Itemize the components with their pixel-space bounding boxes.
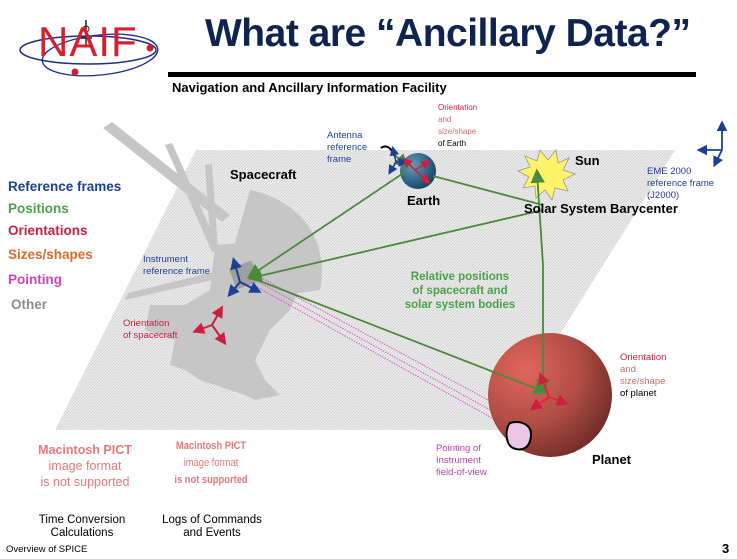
- relative-positions-line: Relative positions: [410, 271, 510, 283]
- page-title: What are “Ancillary Data?”: [205, 12, 691, 55]
- instrument-frame-label: Instrument reference frame: [143, 254, 210, 278]
- placeholder-line: is not supported: [40, 475, 130, 489]
- spacecraft-orientation-line: Orientation: [123, 318, 170, 329]
- sun-label: Sun: [575, 153, 600, 168]
- time-conversion-caption: Time Conversion Calculations: [22, 514, 142, 540]
- antenna-frame-label: Antenna reference frame: [327, 130, 367, 166]
- planet-orientation-line: Orientation: [620, 352, 667, 363]
- earth-orientation-line: of Earth: [438, 139, 467, 148]
- eme2000-label: EME 2000 reference frame (J2000): [647, 166, 714, 202]
- relative-positions-line: solar system bodies: [404, 299, 516, 311]
- eme2000-line: (J2000): [647, 190, 680, 201]
- category-sizes-shapes: Sizes/shapes: [8, 247, 93, 262]
- antenna-frame-line: reference: [327, 142, 368, 153]
- slide: NAIF What are “Ancillary Data?” Navigati…: [0, 0, 737, 559]
- pointing-fov-line: Instrument: [436, 455, 481, 466]
- placeholder-line: is not supported: [174, 474, 248, 486]
- category-positions: Positions: [8, 201, 69, 216]
- antenna-frame-line: frame: [327, 154, 352, 165]
- image-placeholder-time: Macintosh PICT image format is not suppo…: [30, 442, 140, 490]
- instrument-footprint: [505, 421, 533, 451]
- eme2000-line: EME 2000: [647, 166, 692, 177]
- caption-line: Time Conversion: [38, 514, 126, 526]
- planet-orientation-line: size/shape: [620, 376, 666, 387]
- pointing-fov-line: field-of-view: [436, 467, 487, 478]
- category-orientations: Orientations: [8, 223, 88, 238]
- image-placeholder-logs: Macintosh PICT image format is not suppo…: [173, 438, 250, 489]
- planet-label: Planet: [592, 452, 632, 467]
- planet-orientation-line: and: [620, 364, 636, 375]
- instrument-frame-line: Instrument: [143, 254, 188, 265]
- page-subtitle: Navigation and Ancillary Information Fac…: [172, 80, 447, 95]
- earth-orientation-line: and: [438, 115, 452, 124]
- naif-logo: NAIF: [38, 18, 138, 65]
- spacecraft-orientation-line: of spacecraft: [123, 330, 178, 341]
- caption-line: Logs of Commands: [162, 514, 262, 526]
- relative-positions-line: of spacecraft and: [412, 285, 508, 297]
- planet-orientation-label: Orientation and size/shape of planet: [620, 352, 666, 400]
- pointing-fov-label: Pointing of Instrument field-of-view: [436, 443, 487, 479]
- eme2000-frame-axes: [696, 120, 728, 168]
- title-rule: [168, 72, 696, 77]
- eme2000-line: reference frame: [647, 178, 715, 189]
- placeholder-line: image format: [183, 457, 239, 469]
- logs-caption: Logs of Commands and Events: [152, 514, 272, 540]
- earth-orientation-line: Orientation: [438, 103, 478, 112]
- caption-line: and Events: [183, 527, 241, 539]
- planet-orientation-line: of planet: [620, 388, 657, 399]
- earth-orientation-label: Orientation and size/shape of Earth: [438, 102, 477, 150]
- earth-label: Earth: [407, 193, 441, 208]
- category-other: Other: [11, 297, 48, 312]
- earth-sphere: [400, 153, 436, 189]
- barycenter-label: Solar System Barycenter: [524, 201, 678, 216]
- category-pointing: Pointing: [8, 272, 62, 287]
- relative-positions-label: Relative positions of spacecraft and sol…: [390, 270, 530, 312]
- page-number: 3: [722, 541, 730, 556]
- category-reference-frames: Reference frames: [8, 179, 122, 194]
- placeholder-line: image format: [48, 459, 122, 473]
- earth-orientation-line: size/shape: [438, 127, 477, 136]
- footer-title: Overview of SPICE: [6, 544, 88, 555]
- spacecraft-label: Spacecraft: [230, 167, 297, 182]
- antenna-frame-line: Antenna: [327, 130, 363, 141]
- pointing-fov-line: Pointing of: [436, 443, 481, 454]
- instrument-frame-line: reference frame: [143, 266, 211, 277]
- placeholder-line: Macintosh PICT: [38, 443, 132, 457]
- spacecraft-orientation-label: Orientation of spacecraft: [123, 318, 177, 342]
- placeholder-line: Macintosh PICT: [175, 440, 247, 452]
- caption-line: Calculations: [50, 527, 114, 539]
